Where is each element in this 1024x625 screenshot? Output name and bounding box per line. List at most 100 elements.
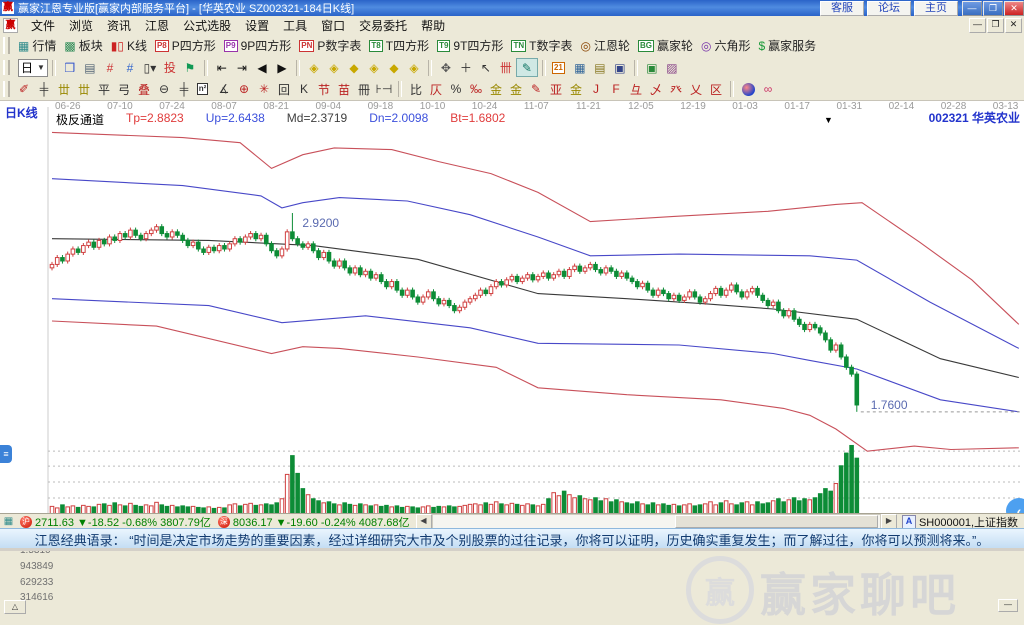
scale-tool-6-icon[interactable]: ◈: [404, 59, 424, 76]
golden-box-icon[interactable]: 金: [506, 81, 526, 98]
scrollbar-thumb[interactable]: [675, 515, 878, 528]
ninep-square-button[interactable]: P99P四方形: [220, 36, 295, 55]
sectors-button[interactable]: ▩板块: [60, 36, 106, 55]
angle-tool-icon[interactable]: ∡: [214, 81, 234, 98]
bar-chart-red-icon[interactable]: #: [100, 59, 120, 76]
winner-wheel-button[interactable]: BG赢家轮: [634, 36, 697, 55]
draw-pen-icon[interactable]: ✎: [526, 81, 546, 98]
box-tool-icon[interactable]: 回: [274, 81, 294, 98]
level-tool-icon[interactable]: 平: [94, 81, 114, 98]
minimize-button[interactable]: —: [962, 1, 982, 16]
infinity-tool-icon[interactable]: ∞: [758, 81, 778, 98]
child-close-button[interactable]: ✕: [1005, 18, 1022, 33]
calculator-icon[interactable]: ▦: [570, 59, 590, 76]
scroll-left-icon[interactable]: ◀: [416, 514, 432, 529]
scale-tool-5-icon[interactable]: ◆: [384, 59, 404, 76]
menu-item-江恩[interactable]: 江恩: [138, 15, 176, 36]
gann-grid-red-icon[interactable]: 节: [314, 81, 334, 98]
stock-pick-icon[interactable]: 投: [160, 59, 180, 76]
menu-item-帮助[interactable]: 帮助: [414, 15, 452, 36]
candle-style-combo-icon[interactable]: ▯▾: [140, 59, 160, 76]
kline-chart[interactable]: 2.92001.7600: [0, 101, 1024, 514]
customer-service-button[interactable]: 客服: [820, 1, 864, 16]
percent-red-icon[interactable]: 仄: [426, 81, 446, 98]
cycle-tool-icon[interactable]: 叠: [134, 81, 154, 98]
menu-item-浏览[interactable]: 浏览: [62, 15, 100, 36]
wave-tool-icon[interactable]: 癶: [666, 81, 686, 98]
trend-split-icon[interactable]: 彑: [626, 81, 646, 98]
child-minimize-button[interactable]: —: [969, 18, 986, 33]
left-panel-toggle[interactable]: ≡: [0, 445, 12, 463]
volume-expand-button[interactable]: △: [4, 600, 26, 614]
info-panel-icon[interactable]: ▤: [80, 59, 100, 76]
hexagon-button[interactable]: ◎六角形: [697, 36, 755, 55]
gann-wheel-button[interactable]: ◎江恩轮: [576, 36, 634, 55]
close-button[interactable]: ✕: [1004, 1, 1024, 16]
menu-item-公式选股[interactable]: 公式选股: [176, 15, 238, 36]
range-tool-icon[interactable]: ⊦⊣: [374, 81, 394, 98]
homepage-button[interactable]: 主页: [914, 1, 958, 16]
menu-item-文件[interactable]: 文件: [24, 15, 62, 36]
restore-button[interactable]: ❐: [983, 1, 1003, 16]
horizontal-scrollbar[interactable]: ◀ ▶: [416, 515, 897, 528]
first-page-icon[interactable]: ⇤: [212, 59, 232, 76]
flag-icon[interactable]: ⚑: [180, 59, 200, 76]
gann-box-red-icon[interactable]: 苗: [334, 81, 354, 98]
forum-button[interactable]: 论坛: [867, 1, 911, 16]
f-line-icon[interactable]: F: [606, 81, 626, 98]
menu-item-资讯[interactable]: 资讯: [100, 15, 138, 36]
menu-item-交易委托[interactable]: 交易委托: [352, 15, 414, 36]
permille-tool-icon[interactable]: ‰: [466, 81, 486, 98]
draw-line-icon[interactable]: ✎: [516, 58, 538, 77]
gann-fan-icon[interactable]: 亚: [546, 81, 566, 98]
wall-tool-2-icon[interactable]: 丗: [74, 81, 94, 98]
drag-hand-icon[interactable]: ✥: [436, 59, 456, 76]
quotes-grid-icon[interactable]: ▦: [2, 516, 15, 527]
pointer-icon[interactable]: ↖: [476, 59, 496, 76]
k-tool-icon[interactable]: K: [294, 81, 314, 98]
compare-tool-icon[interactable]: 比: [406, 81, 426, 98]
bar-chart-blue-icon[interactable]: #: [120, 59, 140, 76]
percent-tool-icon[interactable]: %: [446, 81, 466, 98]
pen-tool-icon[interactable]: ✐: [14, 81, 34, 98]
period-combo[interactable]: 日▼: [18, 59, 48, 77]
next-bar-icon[interactable]: ▶: [272, 59, 292, 76]
gann-ball-icon[interactable]: [738, 81, 758, 98]
save-icon[interactable]: ▣: [610, 59, 630, 76]
zone-tool-icon[interactable]: 区: [706, 81, 726, 98]
menu-item-工具[interactable]: 工具: [276, 15, 314, 36]
ladder-tool-icon[interactable]: 冊: [354, 81, 374, 98]
ninet-square-button[interactable]: T99T四方形: [433, 36, 507, 55]
rhythm-grid-icon[interactable]: 卌: [496, 59, 516, 76]
menu-item-设置[interactable]: 设置: [238, 15, 276, 36]
grid-tool-icon[interactable]: ╪: [34, 81, 54, 98]
save-export-icon[interactable]: ▣: [642, 59, 662, 76]
prev-bar-icon[interactable]: ◀: [252, 59, 272, 76]
scale-tool-3-icon[interactable]: ◆: [344, 59, 364, 76]
cross-cut-icon[interactable]: 乂: [686, 81, 706, 98]
last-page-icon[interactable]: ⇥: [232, 59, 252, 76]
menu-item-窗口[interactable]: 窗口: [314, 15, 352, 36]
kline-period-tab[interactable]: 日K线: [5, 104, 38, 121]
calendar-icon[interactable]: 21: [550, 59, 570, 76]
wall-tool-1-icon[interactable]: 丗: [54, 81, 74, 98]
golden-circle-icon[interactable]: 金: [486, 81, 506, 98]
winner-service-button[interactable]: $赢家服务: [754, 36, 820, 55]
p-square-button[interactable]: P8P四方形: [151, 36, 220, 55]
window-layout-icon[interactable]: ❒: [60, 59, 80, 76]
market-quotes-button[interactable]: ▦行情: [14, 36, 60, 55]
n2-tool-icon[interactable]: n²: [194, 81, 214, 98]
send-icon[interactable]: ▨: [662, 59, 682, 76]
scale-tool-2-icon[interactable]: ◈: [324, 59, 344, 76]
child-restore-button[interactable]: ❐: [987, 18, 1004, 33]
ellipse-tool-icon[interactable]: ⊖: [154, 81, 174, 98]
arc-tool-icon[interactable]: 弓: [114, 81, 134, 98]
star-tool-icon[interactable]: ✳: [254, 81, 274, 98]
volume-collapse-button[interactable]: —: [998, 599, 1018, 612]
target-tool-icon[interactable]: ⊕: [234, 81, 254, 98]
slash-cut-icon[interactable]: 乄: [646, 81, 666, 98]
scrollbar-track[interactable]: [432, 514, 881, 529]
ruler-tool-icon[interactable]: ╪: [174, 81, 194, 98]
golden-ratio-icon[interactable]: 金: [566, 81, 586, 98]
kline-button[interactable]: ▮▯K线: [107, 36, 151, 55]
